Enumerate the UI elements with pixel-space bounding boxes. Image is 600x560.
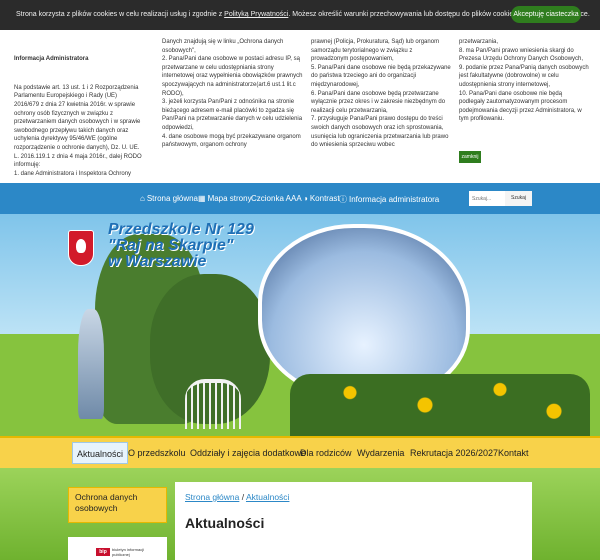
peacock-statue-image bbox=[78, 309, 104, 419]
sitemap-icon: ▦ bbox=[198, 194, 206, 203]
admin-column-1: Informacja Administratora Na podstawie a… bbox=[14, 38, 142, 187]
nav-item-wydarzenia[interactable]: Wydarzenia bbox=[353, 442, 408, 464]
nav-item-oddzialy[interactable]: Oddziały i zajęcia dodatkowe bbox=[186, 442, 310, 464]
breadcrumb-home-link[interactable]: Strona główna bbox=[185, 492, 239, 502]
top-toolbar: ⌂ Strona główna ▦ Mapa strony Czcionka AAA… bbox=[0, 183, 600, 214]
bip-logo: bip bbox=[96, 548, 110, 556]
polish-emblem-icon bbox=[68, 230, 94, 266]
admin-info-panel: Informacja Administratora Na podstawie a… bbox=[0, 30, 600, 183]
contrast-toggle[interactable]: ◑ Kontrast bbox=[303, 194, 340, 203]
nav-item-dla-rodzicow[interactable]: Dla rodziców bbox=[296, 442, 356, 464]
admin-text-2: Danych znajdują się w linku „Ochrona dan… bbox=[162, 39, 303, 149]
sidebar-item-ochrona-danych[interactable]: Ochrona danych osobowych bbox=[68, 487, 167, 523]
cookie-bar: Strona korzysta z plików cookies w celu … bbox=[0, 0, 600, 30]
admin-info-link-label: Informacja administratora bbox=[349, 195, 440, 204]
cookie-message: Strona korzysta z plików cookies w celu … bbox=[16, 11, 590, 18]
font-size-control[interactable]: Czcionka AAA bbox=[251, 194, 302, 203]
bip-banner[interactable]: bip biuletyn informacji publicznej bbox=[68, 537, 167, 560]
cookie-text-before: Strona korzysta z plików cookies w celu … bbox=[16, 11, 225, 18]
breadcrumb-separator: / bbox=[239, 492, 246, 502]
contrast-icon: ◑ bbox=[303, 194, 308, 203]
header-banner: Przedszkole Nr 129 "Raj na Skarpie" w Wa… bbox=[0, 214, 600, 436]
search-button[interactable]: Szukaj bbox=[505, 191, 532, 206]
sunflowers-image bbox=[290, 374, 590, 436]
school-name-line-2: "Raj na Skarpie" bbox=[108, 237, 234, 254]
info-icon: ⓘ bbox=[339, 195, 347, 204]
home-icon: ⌂ bbox=[140, 194, 145, 203]
admin-info-link[interactable]: ⓘ Informacja administratora bbox=[339, 194, 439, 205]
school-name[interactable]: Przedszkole Nr 129 "Raj na Skarpie" w Wa… bbox=[108, 222, 254, 270]
sitemap-link-label: Mapa strony bbox=[207, 194, 252, 203]
playground-photo bbox=[258, 224, 470, 399]
close-admin-info-button[interactable]: zamknij bbox=[459, 151, 481, 163]
home-link-label: Strona główna bbox=[146, 194, 198, 203]
admin-text-4: przetwarzania, 8. ma Pan/Pani prawo wnie… bbox=[459, 39, 589, 123]
bip-text: biuletyn informacji publicznej bbox=[112, 547, 145, 557]
breadcrumb-current[interactable]: Aktualności bbox=[246, 492, 289, 502]
privacy-policy-link[interactable]: Polityką Prywatności bbox=[224, 11, 288, 18]
garden-gate-image bbox=[185, 379, 241, 429]
school-name-line-1: Przedszkole Nr 129 bbox=[108, 221, 254, 238]
main-navigation: Aktualności O przedszkolu Oddziały i zaj… bbox=[0, 436, 600, 468]
main-content: Strona główna / Aktualności Aktualności bbox=[175, 482, 532, 560]
page-title: Aktualności bbox=[185, 515, 265, 531]
nav-item-o-przedszkolu[interactable]: O przedszkolu bbox=[124, 442, 190, 464]
admin-text-1: Na podstawie art. 13 ust. 1 i 2 Rozporzą… bbox=[14, 84, 142, 177]
school-name-line-3: w Warszawie bbox=[108, 253, 207, 270]
search-input[interactable] bbox=[469, 191, 505, 206]
nav-item-kontakt[interactable]: Kontakt bbox=[494, 442, 533, 464]
admin-text-3: prawnej (Policja, Prokuratura, Sąd) lub … bbox=[311, 39, 451, 149]
sitemap-link[interactable]: ▦ Mapa strony bbox=[198, 194, 252, 203]
accept-cookies-button[interactable]: Akceptuję ciasteczka bbox=[511, 6, 581, 23]
nav-item-aktualnosci[interactable]: Aktualności bbox=[72, 442, 129, 464]
nav-item-rekrutacja[interactable]: Rekrutacja 2026/2027 bbox=[406, 442, 502, 464]
contrast-label: Kontrast bbox=[309, 194, 340, 203]
home-link[interactable]: ⌂ Strona główna bbox=[140, 194, 198, 203]
admin-info-title: Informacja Administratora bbox=[14, 55, 89, 62]
breadcrumb: Strona główna / Aktualności bbox=[185, 492, 289, 502]
